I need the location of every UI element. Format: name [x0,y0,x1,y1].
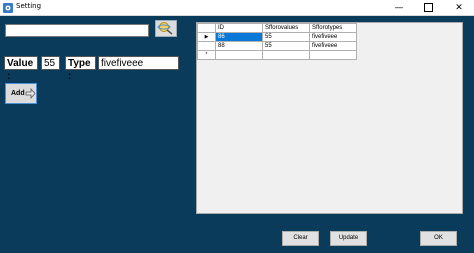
maximize-icon [424,3,433,12]
type-label: Type : [65,56,96,82]
form-client-area: Value : 55 Type : fivefiveee Add ID Sffo… [0,16,474,253]
cell-id[interactable] [215,50,263,60]
minimize-icon: — [394,3,404,13]
table-row[interactable]: ▶ 86 55 fivefiveee [197,32,357,42]
data-grid[interactable]: ID Sfforovalues Sfforotypes ▶ 86 55 five… [196,22,463,214]
minimize-button[interactable]: — [384,0,414,16]
close-icon: ✕ [455,3,463,13]
new-row[interactable]: * [197,50,357,60]
update-button[interactable]: Update [330,231,367,246]
new-row-indicator[interactable]: * [197,50,216,60]
row-header-corner [197,23,216,33]
grid-header-row: ID Sfforovalues Sfforotypes [197,23,357,33]
add-button[interactable]: Add [5,83,37,104]
row-indicator[interactable] [197,41,216,51]
cell-value[interactable] [262,50,310,60]
row-selected-indicator[interactable]: ▶ [197,32,216,42]
search-icon [157,22,173,35]
window-title: Setting [16,2,42,10]
column-header-types[interactable]: Sfforotypes [309,23,357,33]
value-label: Value : [4,56,38,82]
app-icon [3,3,13,13]
search-input[interactable] [5,24,149,37]
cell-type[interactable] [309,50,357,60]
clear-button[interactable]: Clear [282,231,319,246]
column-header-id[interactable]: ID [215,23,263,33]
column-header-values[interactable]: Sfforovalues [262,23,310,33]
value-field[interactable]: 55 [41,56,60,70]
cell-id[interactable]: 88 [215,41,263,51]
title-bar: Setting — ✕ [0,0,474,16]
table-row[interactable]: 88 55 fivefiveee [197,41,357,51]
grid-table: ID Sfforovalues Sfforotypes ▶ 86 55 five… [197,23,357,60]
maximize-button[interactable] [414,0,444,16]
cell-type[interactable]: fivefiveee [309,41,357,51]
cell-value[interactable]: 55 [262,41,310,51]
cell-value[interactable]: 55 [262,32,310,42]
cell-type[interactable]: fivefiveee [309,32,357,42]
cell-id[interactable]: 86 [215,32,263,42]
add-button-label: Add [11,90,25,97]
search-button[interactable] [155,20,177,37]
type-field[interactable]: fivefiveee [98,56,179,70]
ok-button[interactable]: OK [420,231,457,246]
close-button[interactable]: ✕ [444,0,474,16]
arrow-right-icon [25,88,36,99]
